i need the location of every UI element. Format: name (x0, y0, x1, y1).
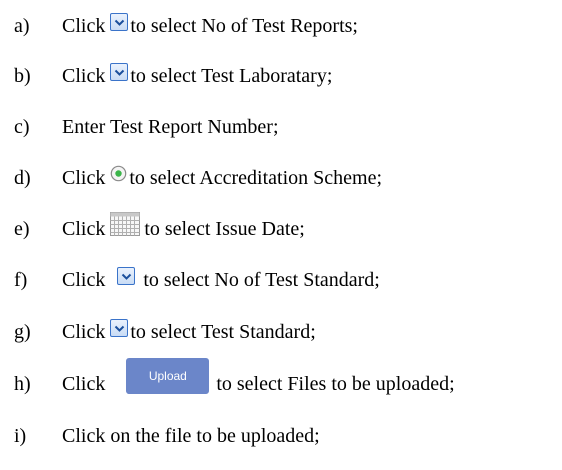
step-f: f) Click to select No of Test Standard; (14, 260, 559, 300)
step-description: Click on the file to be uploaded; (62, 424, 320, 447)
dropdown-icon (117, 267, 136, 285)
step-e: e) Click to select Issue Date; (14, 209, 559, 249)
step-h: h) Click Upload to select Files to be up… (14, 358, 559, 404)
step-description: to select Accreditation Scheme; (129, 166, 383, 189)
dropdown-icon (110, 319, 129, 337)
step-description: to select No of Test Standard; (143, 268, 380, 291)
step-letter: a) (14, 14, 30, 37)
step-letter: g) (14, 320, 31, 343)
step-letter: d) (14, 166, 31, 189)
step-click-text: Click (62, 268, 106, 291)
step-click-text: Click (62, 166, 106, 189)
upload-button: Upload (126, 358, 210, 394)
step-letter: i) (14, 424, 27, 447)
step-letter: c) (14, 115, 30, 138)
step-click-text: Click (62, 217, 106, 240)
step-description: to select No of Test Reports; (130, 14, 358, 37)
step-click-text: Click (62, 372, 106, 395)
step-description: to select Files to be uploaded; (216, 372, 455, 395)
step-description: Enter Test Report Number; (62, 115, 279, 138)
calendar-icon (110, 212, 141, 236)
step-letter: b) (14, 64, 31, 87)
step-description: to select Issue Date; (144, 217, 305, 240)
step-letter: h) (14, 372, 31, 395)
step-click-text: Click (62, 64, 106, 87)
dropdown-icon (110, 63, 129, 81)
step-b: b) Click to select Test Laboratary; (14, 56, 559, 96)
step-d: d) Click to select Accreditation Scheme; (14, 158, 559, 198)
step-g: g) Click to select Test Standard; (14, 312, 559, 352)
dropdown-icon (110, 13, 129, 31)
step-c: c) Enter Test Report Number; (14, 107, 559, 147)
radio-selected-icon (110, 165, 127, 182)
step-click-text: Click (62, 14, 106, 37)
step-letter: f) (14, 268, 28, 291)
step-click-text: Click (62, 320, 106, 343)
step-letter: e) (14, 217, 30, 240)
step-a: a) Click to select No of Test Reports; (14, 6, 559, 46)
step-description: to select Test Laboratary; (130, 64, 333, 87)
step-i: i) Click on the file to be uploaded; (14, 416, 559, 456)
step-description: to select Test Standard; (130, 320, 316, 343)
